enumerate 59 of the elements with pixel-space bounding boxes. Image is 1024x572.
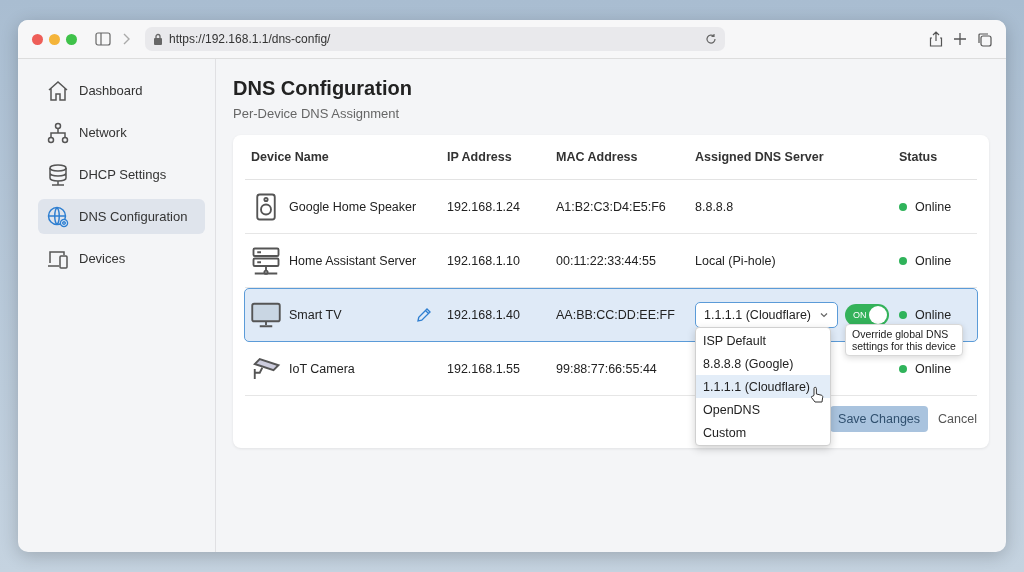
page-subtitle: Per-Device DNS Assignment — [233, 106, 401, 121]
lock-icon — [153, 33, 163, 45]
globe-icon — [46, 204, 70, 229]
cancel-button[interactable]: Cancel — [938, 412, 977, 426]
status-text: Online — [915, 253, 952, 268]
status-text: Online — [915, 361, 952, 376]
sidebar-item[interactable]: DNS Configuration — [38, 199, 205, 234]
status-dot — [899, 364, 907, 373]
column-header: Device Name — [251, 150, 330, 164]
house-icon — [46, 78, 70, 103]
address-bar[interactable]: https://192.168.1.1/dns-config/ — [145, 27, 725, 51]
server-icon — [251, 245, 281, 276]
table-cell: 192.168.1.55 — [447, 361, 520, 376]
dropdown-option[interactable]: OpenDNS — [696, 398, 830, 421]
sidebar-icon[interactable] — [95, 32, 111, 46]
page-title: DNS Configuration — [233, 77, 413, 100]
window-controls[interactable] — [32, 33, 77, 45]
table-cell: A1:B2:C3:D4:E5:F6 — [556, 199, 666, 214]
table-cell: 00:11:22:33:44:55 — [556, 253, 656, 268]
column-header: Assigned DNS Server — [695, 150, 825, 164]
hand-cursor-icon — [810, 386, 824, 404]
table-cell: 192.168.1.24 — [447, 199, 520, 214]
tooltip: Override global DNS settings for this device — [845, 324, 963, 356]
table-cell: Local (Pi-hole) — [695, 253, 776, 268]
table-cell: Home Assistant Server — [289, 253, 417, 268]
status-text: Online — [915, 199, 952, 214]
table-cell: 192.168.1.10 — [447, 253, 520, 268]
table-cell: AA:BB:CC:DD:EE:FF — [556, 308, 675, 322]
column-header: Status — [899, 150, 939, 164]
table-cell: Google Home Speaker — [289, 199, 417, 214]
sidebar-item[interactable]: DHCP Settings — [38, 157, 205, 192]
table-cell: 8.8.8.8 — [695, 199, 734, 214]
status-dot — [899, 311, 907, 319]
dropdown-option[interactable]: 1.1.1.1 (Cloudflare) — [696, 375, 830, 398]
tv-icon — [251, 300, 281, 330]
network-icon — [46, 120, 70, 145]
tabs-icon[interactable] — [977, 31, 992, 47]
status-text: Online — [915, 308, 952, 322]
share-icon[interactable] — [929, 31, 943, 47]
status-dot — [899, 256, 907, 265]
pencil-icon[interactable] — [415, 306, 433, 324]
reload-icon[interactable] — [705, 33, 717, 45]
dropdown-option[interactable]: 8.8.8.8 (Google) — [696, 352, 830, 375]
sidebar-item[interactable]: Devices — [38, 241, 205, 276]
database-icon — [46, 162, 70, 187]
chevron-icon — [819, 310, 829, 320]
dns-select[interactable]: 1.1.1.1 (Cloudflare) — [695, 302, 838, 328]
column-header: IP Address — [447, 150, 513, 164]
forward-icon[interactable] — [121, 32, 131, 46]
table-cell: IoT Camera — [289, 361, 355, 376]
column-header: MAC Address — [556, 150, 639, 164]
status-dot — [899, 202, 907, 211]
table-cell: Smart TV — [289, 308, 342, 322]
dropdown-option[interactable]: Custom — [696, 421, 830, 444]
table-cell: 192.168.1.40 — [447, 308, 520, 322]
plus-icon[interactable] — [953, 32, 967, 46]
table-cell: 99:88:77:66:55:44 — [556, 361, 657, 376]
sidebar-item[interactable]: Dashboard — [38, 73, 205, 108]
sidebar-item[interactable]: Network — [38, 115, 205, 150]
